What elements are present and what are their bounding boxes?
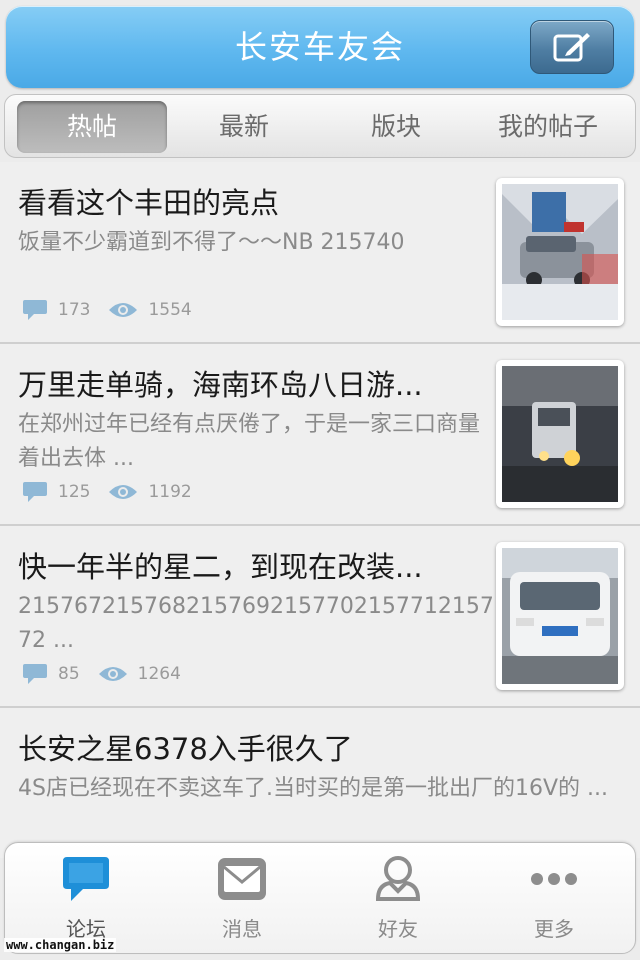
forum-chat-icon [63,857,109,901]
comment-count: 85 [58,664,80,684]
post-title: 看看这个丰田的亮点 [18,186,280,220]
compose-icon [553,33,590,62]
post-excerpt: 215767215768215769215770215771215772 ... [18,594,494,653]
post-stats: 85 1264 [22,662,199,686]
segment-tabs: 热帖 最新 版块 我的帖子 [4,94,636,158]
view-count: 1264 [137,664,181,684]
eye-icon [98,667,127,681]
comment-count: 173 [58,300,91,320]
comment-icon [23,664,47,684]
navigation-bar: 长安车友会 [6,6,634,88]
post-excerpt: 在郑州过年已经有点厌倦了，于是一家三口商量着出去体 ... [18,412,481,471]
compose-button[interactable] [530,20,614,74]
list-item[interactable]: 看看这个丰田的亮点 饭量不少霸道到不得了～～NB 215740 173 1554 [0,162,640,344]
post-excerpt: 4S店已经现在不卖这车了.当时买的是第一批出厂的16V的 ... [18,776,608,801]
tab-my-posts[interactable]: 我的帖子 [473,101,623,153]
app-screen: 长安车友会 热帖 最新 版块 我的帖子 看看这个丰田的亮点 饭量不少霸道到不得了… [0,0,640,960]
post-stats: 125 1192 [22,480,210,504]
nav-more[interactable]: 更多 [479,853,629,947]
nav-label: 消息 [222,917,262,941]
tab-latest[interactable]: 最新 [169,101,319,153]
nav-friends[interactable]: 好友 [323,853,473,947]
thumbnail-image [502,548,618,684]
list-item[interactable]: 万里走单骑，海南环岛八日游... 在郑州过年已经有点厌倦了，于是一家三口商量着出… [0,344,640,526]
eye-icon [109,303,138,317]
thumbnail-image [502,184,618,320]
view-count: 1554 [148,300,192,320]
comment-icon [23,482,47,502]
envelope-icon [218,858,266,900]
tab-hot[interactable]: 热帖 [17,101,167,153]
thumbnail-image [502,366,618,502]
post-title: 快一年半的星二，到现在改装... [18,550,423,584]
list-item[interactable]: 快一年半的星二，到现在改装... 21576721576821576921577… [0,526,640,708]
post-stats: 173 1554 [22,298,210,322]
comment-icon [23,300,47,320]
post-thumbnail[interactable] [496,178,624,326]
eye-icon [109,485,138,499]
post-thumbnail[interactable] [496,360,624,508]
post-thumbnail[interactable] [496,542,624,690]
person-icon [375,856,421,901]
nav-label: 好友 [378,917,418,941]
nav-messages[interactable]: 消息 [167,853,317,947]
tab-boards[interactable]: 版块 [321,101,471,153]
more-dots-icon [531,873,577,885]
nav-forum[interactable]: 论坛 [11,853,161,947]
post-excerpt: 饭量不少霸道到不得了～～NB 215740 [18,230,405,255]
nav-label: 更多 [534,917,574,941]
list-item[interactable]: 长安之星6378入手很久了 4S店已经现在不卖这车了.当时买的是第一批出厂的16… [0,708,640,858]
comment-count: 125 [58,482,91,502]
view-count: 1192 [148,482,192,502]
post-title: 长安之星6378入手很久了 [18,732,353,766]
post-title: 万里走单骑，海南环岛八日游... [18,368,423,402]
watermark: www.changan.biz [4,938,117,952]
